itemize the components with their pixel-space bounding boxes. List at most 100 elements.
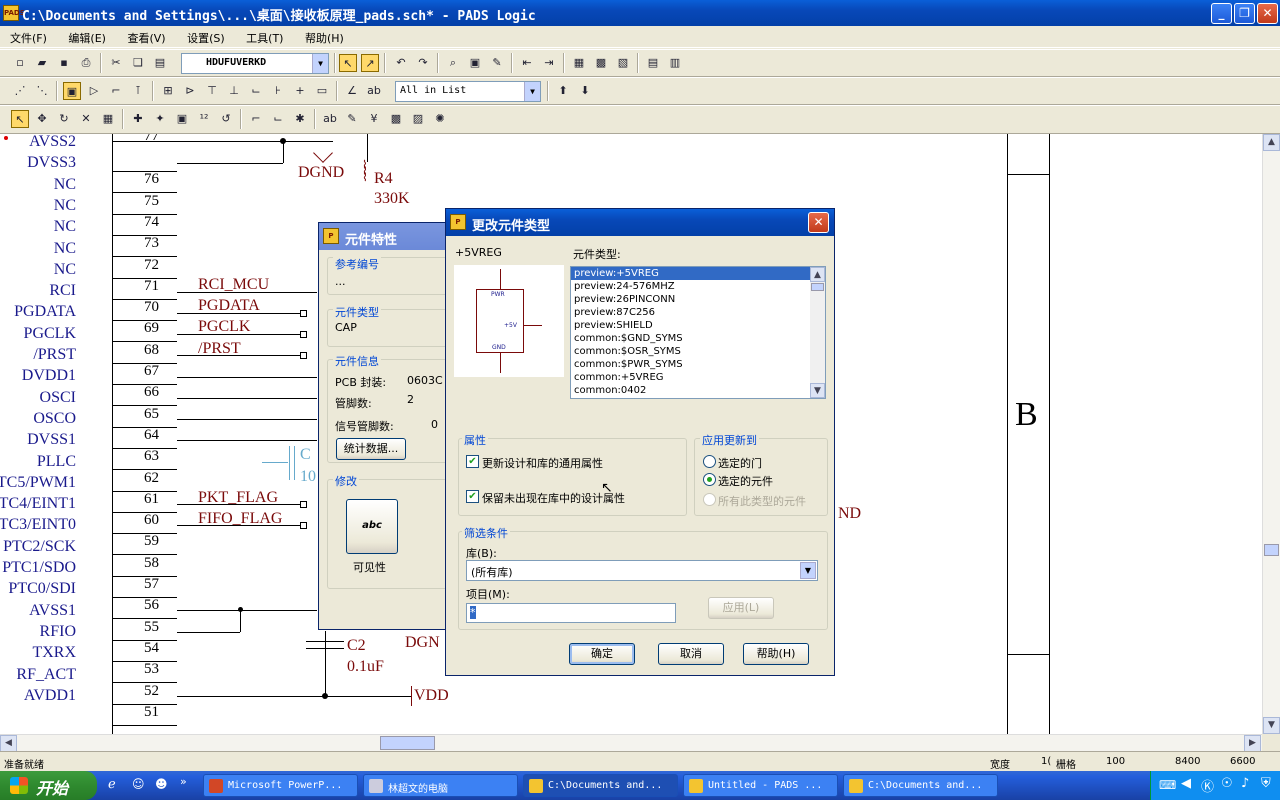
list-combo[interactable]: All in List ▼ [395,81,541,102]
add-bus-icon[interactable]: ⊺ [129,82,147,100]
symbol-editor-icon[interactable]: ▨ [409,110,427,128]
chevron-down-icon[interactable]: ▼ [312,54,328,73]
save-icon[interactable]: ▪ [55,54,73,72]
network-icon[interactable]: ☉ [1221,776,1233,791]
item-input[interactable]: * [466,603,676,623]
list-item[interactable]: preview:26PINCONN [571,293,825,306]
net-label-icon[interactable]: ⊦ [269,82,287,100]
all-of-type-radio[interactable] [703,493,716,506]
select-mode-icon[interactable]: ↖ [339,54,357,72]
flip-icon[interactable]: ↺ [217,110,235,128]
cap-value-partial[interactable]: 10 [300,468,316,486]
properties-dialog-title-bar[interactable]: P 元件特性 [319,223,457,250]
part-combo[interactable]: HDUFUVERKD ▼ [181,53,329,74]
cap-ref-partial[interactable]: C [300,446,311,464]
net-gnd-right[interactable]: ND [838,505,861,523]
abc-icon[interactable]: ✺ [431,110,449,128]
restore-button[interactable]: ❐ [1234,3,1255,24]
c2-ref[interactable]: C2 [347,637,366,655]
list-item[interactable]: common:$OSR_SYMS [571,345,825,358]
list-item[interactable]: preview:+5VREG [571,267,825,280]
add-connection-icon[interactable]: ⌐ [107,82,125,100]
update-attributes-checkbox[interactable]: ✔ [466,455,479,468]
ground-symbol-icon[interactable]: ⊥ [225,82,243,100]
update-attributes-label[interactable]: 更新设计和库的通用属性 [482,455,603,471]
add-component-icon[interactable]: ✚ [129,110,147,128]
selected-gate-label[interactable]: 选定的门 [718,455,762,471]
chevron-down-icon[interactable]: ▼ [524,82,540,101]
pads-app-icon[interactable]: PADS [3,5,25,21]
change-dialog-title-bar[interactable]: P 更改元件类型 ✕ [446,209,834,236]
text-icon[interactable]: ab [365,82,383,100]
c2-value[interactable]: 0.1uF [347,658,384,676]
renumber-icon[interactable]: ¹² [195,110,213,128]
list-item[interactable]: common:$PWR_SYMS [571,358,825,371]
chevron-right-icon[interactable]: ▶ [1244,735,1261,752]
statistics-button[interactable]: 统计数据... [336,438,406,460]
zoom-icon[interactable]: ⌕ [444,54,462,72]
component-properties-dialog[interactable]: P 元件特性 参考编号 ... 元件类型 CAP 元件信息 PCB 封装: 06… [318,222,458,630]
ime-icon[interactable]: Ⓚ [1201,776,1214,795]
delete-icon[interactable]: ✕ [77,110,95,128]
quicklaunch-expand-icon[interactable]: » [180,775,187,788]
draw-icon[interactable]: ∠ [343,82,361,100]
task-pads-untitled[interactable]: Untitled - PADS ... [683,774,838,797]
power-symbol-icon[interactable]: ⊤ [203,82,221,100]
paste-icon[interactable]: ▤ [151,54,169,72]
rename-net-icon[interactable]: ab [321,110,339,128]
forward-annotate-icon[interactable]: ⇥ [540,54,558,72]
arrow-down-icon[interactable]: ⬇ [576,82,594,100]
selected-gate-radio[interactable] [703,455,716,468]
window-icon[interactable]: ▥ [666,54,684,72]
menu-edit[interactable]: 编辑(E) [58,26,114,46]
redraw-icon[interactable]: ✎ [488,54,506,72]
off-page-icon[interactable]: ⊳ [181,82,199,100]
selected-part-radio[interactable] [703,473,716,486]
component-types-list[interactable]: preview:+5VREG preview:24-576MHZ preview… [570,266,826,399]
chevron-left-icon[interactable]: ◀ [0,735,17,752]
vertical-scrollbar[interactable]: ▲ ▼ [1262,134,1280,734]
select-pointer-icon[interactable]: ↖ [11,110,29,128]
keyboard-icon[interactable]: ⌨ [1159,778,1176,792]
help-button[interactable]: 帮助(H) [743,643,809,665]
library-select[interactable]: (所有库) ▼ [466,560,818,581]
chevron-down-icon[interactable]: ▼ [810,383,825,398]
list-item[interactable]: preview:24-576MHZ [571,280,825,293]
wire-filter-icon[interactable]: ⋰ [11,82,29,100]
part-editor-icon[interactable]: ▩ [387,110,405,128]
library-icon[interactable]: ▦ [570,54,588,72]
task-pads-logic-2[interactable]: C:\Documents and... [843,774,998,797]
menu-tools[interactable]: 工具(T) [236,26,291,46]
visibility-button[interactable]: abc [346,499,398,554]
horizontal-scrollbar[interactable]: ◀ ▶ [0,734,1262,752]
properties-icon[interactable]: ▦ [99,110,117,128]
menu-setup[interactable]: 设置(S) [177,26,233,46]
arrow-up-icon[interactable]: ⬆ [554,82,572,100]
redo-icon[interactable]: ↷ [414,54,432,72]
design-mode-icon[interactable]: ▣ [63,82,81,100]
part-filter-icon[interactable]: ⋱ [33,82,51,100]
print-icon[interactable]: ⎙ [77,54,95,72]
find-icon[interactable]: ▣ [466,54,484,72]
junction-icon[interactable]: + [291,82,309,100]
list-scrollbar[interactable]: ▲ ▼ [810,267,825,398]
selected-part-label[interactable]: 选定的元件 [718,473,773,489]
add-pin-icon[interactable]: ✱ [291,110,309,128]
chevron-up-icon[interactable]: ▲ [1263,134,1280,151]
volume-icon[interactable]: ♪ [1241,776,1249,791]
move-icon[interactable]: ✥ [33,110,51,128]
net-dgnd-top[interactable]: DGND [298,164,344,182]
chevron-up-icon[interactable]: ▲ [810,267,825,282]
report-icon[interactable]: ▤ [644,54,662,72]
hscroll-thumb[interactable] [380,736,435,750]
chevron-down-icon[interactable]: ▼ [800,562,816,579]
list-item[interactable]: preview:87C256 [571,306,825,319]
all-of-type-label[interactable]: 所有此类型的元件 [718,493,806,509]
tray-back-icon[interactable]: ◀ [1181,776,1191,791]
bus-entry-icon[interactable]: ⌙ [247,82,265,100]
minimize-button[interactable]: _ [1211,3,1232,24]
label-icon[interactable]: ▭ [313,82,331,100]
add-gate-icon[interactable]: ✦ [151,110,169,128]
hierarchy-icon[interactable]: ⊞ [159,82,177,100]
open-folder-icon[interactable]: ▰ [33,54,51,72]
